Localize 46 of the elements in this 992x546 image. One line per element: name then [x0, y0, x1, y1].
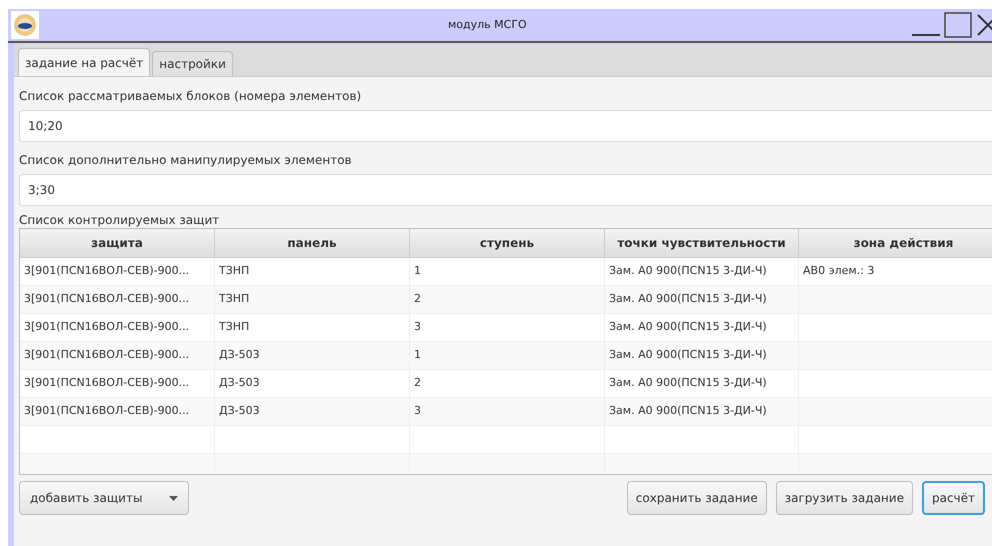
input-field[interactable]: 3;30	[19, 174, 992, 206]
table-cell-text: Зам. А0 900(ПСN15 3-ДИ-Ч)	[609, 347, 767, 364]
table-cell-text: ДЗ-503	[219, 347, 260, 364]
table-cell-text: ДЗ-503	[219, 375, 260, 392]
table-cell-text: Зам. А0 900(ПСN15 3-ДИ-Ч)	[609, 263, 767, 280]
tab[interactable]: настройки	[152, 51, 233, 76]
action-button[interactable]: расчёт	[922, 481, 985, 515]
table-cell-text: 2	[414, 291, 421, 308]
table-cell-text: 2	[414, 375, 421, 392]
table-cell-text: Зам. А0 900(ПСN15 3-ДИ-Ч)	[609, 319, 767, 336]
column-header[interactable]: ступень	[410, 229, 605, 257]
column-header[interactable]: панель	[215, 229, 410, 257]
app-logo-icon	[11, 11, 39, 39]
column-header[interactable]: точки чувствительности	[605, 229, 799, 257]
table-cell-text: 3[901(ПСN16ВОЛ-СЕВ)-900...	[24, 263, 190, 280]
maximize-icon[interactable]	[944, 12, 972, 38]
table-cell-text: 3	[414, 319, 421, 336]
add-protection-dropdown[interactable]: добавить защиты	[19, 481, 189, 515]
close-icon[interactable]	[976, 12, 992, 38]
table-cell-text: 3[901(ПСN16ВОЛ-СЕВ)-900...	[24, 347, 190, 364]
table-cell-text: ТЗНП	[219, 263, 250, 280]
column-header[interactable]: зона действия	[799, 229, 992, 257]
table-cell-text: ДЗ-503	[219, 403, 260, 420]
table-cell-text: 1	[414, 263, 421, 280]
table-cell-text: Зам. А0 900(ПСN15 3-ДИ-Ч)	[609, 375, 767, 392]
action-button[interactable]: сохранить задание	[626, 481, 767, 515]
input-field[interactable]: 10;20	[19, 110, 992, 142]
table-cell-text: 3[901(ПСN16ВОЛ-СЕВ)-900...	[24, 291, 190, 308]
table-cell-text: 3[901(ПСN16ВОЛ-СЕВ)-900...	[24, 403, 190, 420]
table-cell-text: 3[901(ПСN16ВОЛ-СЕВ)-900...	[24, 319, 190, 336]
table-cell-text: 3	[414, 403, 421, 420]
field-label: Список рассматриваемых блоков (номера элементов)	[19, 88, 362, 105]
action-button[interactable]: загрузить задание	[776, 481, 913, 515]
table-cell-text: АВ0 элем.: 3	[803, 263, 874, 280]
table-cell-text: 3[901(ПСN16ВОЛ-СЕВ)-900...	[24, 375, 190, 392]
table-cell-text: Зам. А0 900(ПСN15 3-ДИ-Ч)	[609, 291, 767, 308]
table-cell-text: ТЗНП	[219, 319, 250, 336]
column-header[interactable]: защита	[20, 229, 215, 257]
caret-icon	[169, 496, 178, 500]
table-cell-text: 1	[414, 347, 421, 364]
table-cell-text: ТЗНП	[219, 291, 250, 308]
field-label: Список дополнительно манипулируемых элементов	[19, 152, 353, 169]
tab[interactable]: задание на расчёт	[18, 48, 150, 76]
table-label: Список контролируемых защит	[19, 212, 220, 228]
table-cell-text: Зам. А0 900(ПСN15 3-ДИ-Ч)	[609, 403, 767, 420]
window-title: модуль МСГО	[448, 16, 527, 33]
